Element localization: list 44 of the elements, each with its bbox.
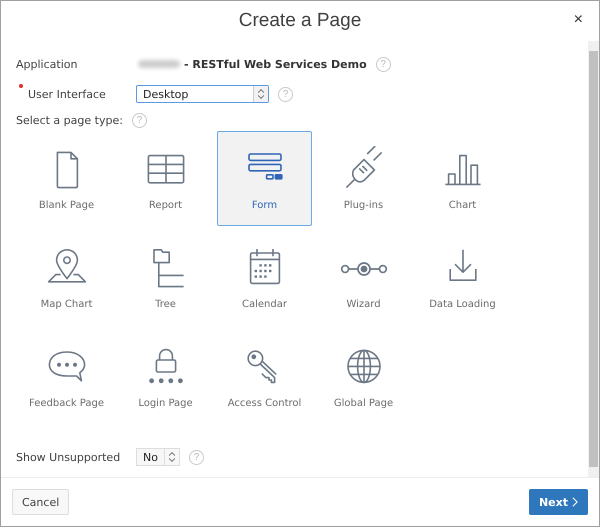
tile-label: Report bbox=[148, 200, 182, 211]
tile-label: Login Page bbox=[138, 398, 193, 409]
page-type-tile[interactable]: Calendar bbox=[217, 230, 312, 325]
scrollbar[interactable] bbox=[588, 41, 599, 477]
dialog-title: Create a Page bbox=[238, 10, 362, 32]
user-interface-select[interactable]: Desktop bbox=[136, 85, 269, 103]
field-label: User Interface bbox=[28, 88, 106, 100]
page-type-tile[interactable]: Blank Page bbox=[19, 131, 114, 226]
tile-label: Blank Page bbox=[38, 200, 94, 211]
tile-label: Global Page bbox=[334, 398, 394, 409]
page-type-tile[interactable]: Chart bbox=[415, 131, 510, 226]
page-type-tile[interactable]: Plug-ins bbox=[316, 131, 411, 226]
tile-label: Feedback Page bbox=[28, 398, 104, 409]
cancel-button[interactable]: Cancel bbox=[12, 489, 70, 515]
next-button[interactable]: Next bbox=[528, 489, 588, 515]
tile-label: Wizard bbox=[346, 299, 381, 310]
tile-label: Chart bbox=[448, 200, 476, 211]
steps-icon bbox=[340, 262, 388, 276]
tile-label: Map Chart bbox=[40, 299, 92, 310]
tile-label: Calendar bbox=[242, 299, 287, 310]
section-label: Select a page type: bbox=[16, 114, 123, 126]
tile-label: Data Loading bbox=[429, 299, 496, 310]
page-type-tile[interactable]: Access Control bbox=[217, 329, 312, 424]
tile-label: Form bbox=[252, 200, 278, 211]
page-type-tile[interactable]: Report bbox=[118, 131, 213, 226]
tile-label: Plug-ins bbox=[344, 200, 384, 211]
page-type-tile[interactable]: Global Page bbox=[316, 329, 411, 424]
spinner-icon bbox=[253, 86, 268, 102]
field-label: Show Unsupported bbox=[16, 450, 122, 464]
page-type-tile[interactable]: Map Chart bbox=[19, 230, 114, 325]
page-type-tile[interactable]: Data Loading bbox=[415, 230, 510, 325]
page-type-tile[interactable]: Form bbox=[217, 131, 312, 226]
page-type-tile[interactable]: Login Page bbox=[118, 329, 213, 424]
page-type-tile[interactable]: Tree bbox=[118, 230, 213, 325]
tile-label: Access Control bbox=[228, 398, 302, 409]
page-type-tile[interactable]: Feedback Page bbox=[19, 329, 114, 424]
field-label: Application bbox=[16, 58, 78, 70]
show-unsupported-select[interactable]: No bbox=[136, 448, 180, 466]
application-name: - RESTful Web Services Demo bbox=[184, 58, 367, 70]
page-type-tile[interactable]: Wizard bbox=[316, 230, 411, 325]
redacted-mark bbox=[138, 60, 180, 68]
tile-label: Tree bbox=[155, 299, 176, 310]
chevron-icon bbox=[572, 497, 578, 507]
close-button[interactable]: × bbox=[570, 11, 587, 29]
